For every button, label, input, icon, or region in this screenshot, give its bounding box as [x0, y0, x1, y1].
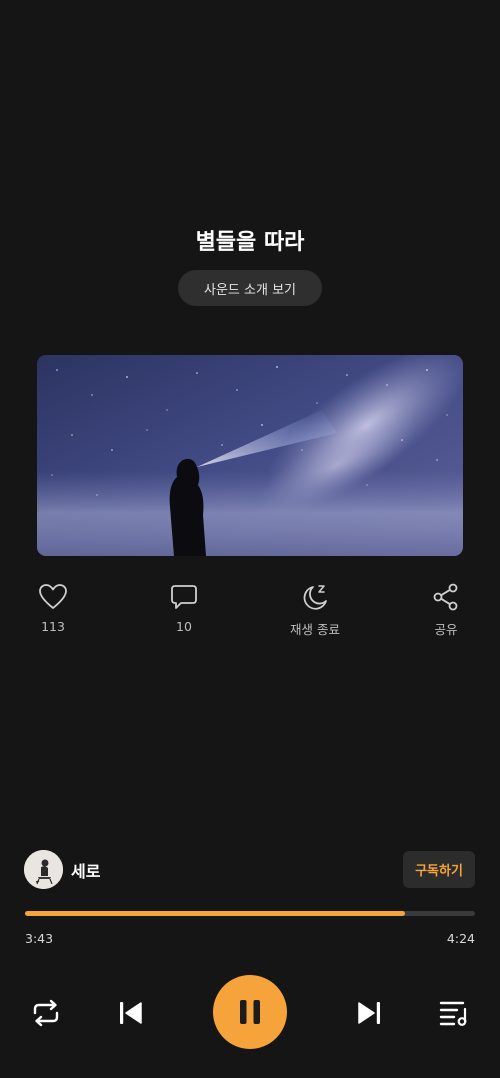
comment-count: 10	[176, 619, 192, 634]
next-icon	[358, 1002, 380, 1024]
sleep-timer-button[interactable]: 재생 종료	[270, 580, 360, 638]
progress-fill	[25, 911, 406, 916]
total-time: 4:24	[446, 931, 475, 946]
subscribe-button[interactable]: 구독하기	[403, 851, 475, 888]
moon-zz-icon	[300, 580, 330, 614]
comment-button[interactable]: 10	[139, 580, 229, 634]
track-title: 별들을 따라	[195, 230, 305, 255]
current-time: 3:43	[25, 931, 54, 946]
playlist-icon	[439, 1001, 467, 1026]
sleep-timer-label: 재생 종료	[290, 622, 340, 637]
next-button[interactable]	[356, 1001, 382, 1025]
share-icon	[432, 580, 460, 614]
cover-image	[37, 355, 463, 556]
sound-intro-button[interactable]: 사운드 소개 보기	[178, 270, 322, 306]
comment-icon	[170, 580, 198, 614]
heart-icon	[38, 580, 68, 614]
previous-icon	[120, 1002, 142, 1024]
share-button[interactable]: 공유	[401, 580, 491, 638]
artist-info[interactable]: 세로	[24, 850, 100, 889]
like-count: 113	[41, 619, 65, 634]
pause-icon	[240, 1000, 260, 1024]
repeat-icon	[33, 999, 59, 1027]
previous-button[interactable]	[118, 1001, 144, 1025]
playlist-button[interactable]	[439, 1000, 469, 1026]
share-label: 공유	[434, 622, 458, 637]
repeat-button[interactable]	[31, 999, 61, 1027]
progress-bar[interactable]	[25, 911, 475, 916]
like-button[interactable]: 113	[8, 580, 98, 634]
pause-button[interactable]	[213, 975, 287, 1049]
avatar[interactable]	[24, 850, 63, 889]
artist-name[interactable]: 세로	[71, 858, 100, 882]
